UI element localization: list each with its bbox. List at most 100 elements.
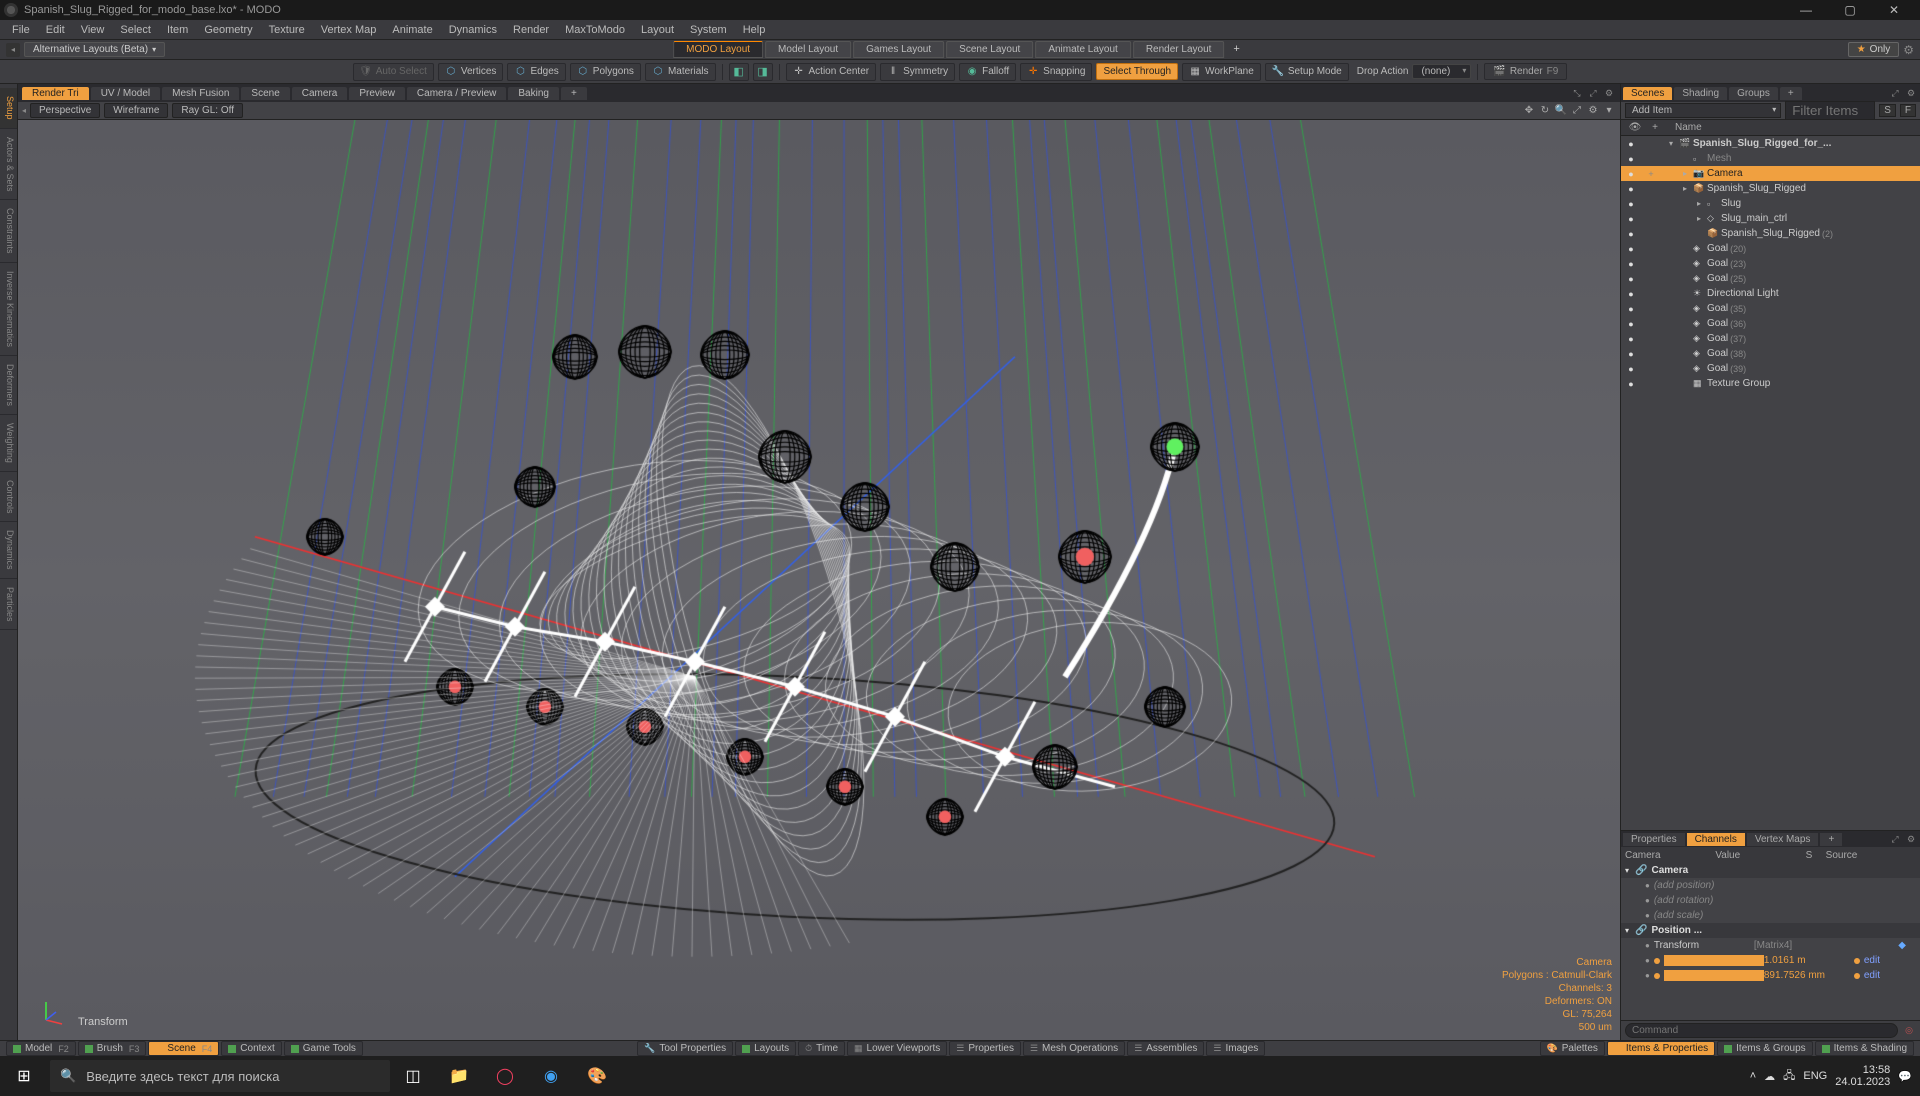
viewport-tab-baking[interactable]: Baking (508, 87, 559, 100)
visibility-toggle[interactable]: ● (1621, 304, 1641, 314)
menu-file[interactable]: File (4, 22, 38, 38)
shading-dropdown[interactable]: Wireframe (104, 103, 168, 118)
bb-mesh-operations[interactable]: ☰Mesh Operations (1023, 1041, 1125, 1056)
menu-layout[interactable]: Layout (633, 22, 682, 38)
bb-images[interactable]: ☰Images (1206, 1041, 1265, 1056)
anim-icon[interactable]: ◆ (1898, 940, 1906, 951)
expand-icon[interactable]: ⤢ (1888, 86, 1902, 100)
drop-action-select[interactable]: (none) (1412, 64, 1471, 79)
tab-groups[interactable]: Groups (1729, 87, 1778, 100)
menu-icon[interactable]: ▾ (1602, 104, 1616, 118)
symmetry-button[interactable]: ‖Symmetry (880, 63, 955, 81)
bb-game-tools[interactable]: Game Tools (284, 1041, 363, 1056)
position-group[interactable]: ▾🔗Position ... (1621, 923, 1920, 938)
menu-system[interactable]: System (682, 22, 735, 38)
bb-lower-viewports[interactable]: ▦Lower Viewports (847, 1041, 947, 1056)
orbit-icon[interactable]: ✥ (1522, 104, 1536, 118)
layout-tab-model-layout[interactable]: Model Layout (765, 41, 851, 58)
transform-row[interactable]: ●Transform[Matrix4]◆ (1621, 938, 1920, 953)
position-y-row[interactable]: ●Position Y891.7526 mmedit (1621, 968, 1920, 983)
tree-item-9[interactable]: ●◈Goal(25) (1621, 271, 1920, 286)
visibility-toggle[interactable]: ● (1621, 214, 1641, 224)
visibility-toggle[interactable]: ● (1621, 184, 1641, 194)
3d-viewport[interactable]: Camera Polygons : Catmull-Clark Channels… (18, 120, 1620, 1040)
bb-items-groups[interactable]: Items & Groups (1717, 1041, 1812, 1056)
bb-items-shading[interactable]: Items & Shading (1815, 1041, 1914, 1056)
side-tab-constraints[interactable]: Constraints (0, 200, 17, 263)
menu-texture[interactable]: Texture (261, 22, 313, 38)
explorer-icon[interactable]: 📁 (436, 1056, 482, 1096)
language-indicator[interactable]: ENG (1803, 1070, 1827, 1082)
tree-item-10[interactable]: ●☀Directional Light (1621, 286, 1920, 301)
snapping-button[interactable]: ✛Snapping (1020, 63, 1092, 81)
tray-chevron-icon[interactable]: ˄ (1750, 1070, 1756, 1082)
menu-dynamics[interactable]: Dynamics (441, 22, 505, 38)
falloff-button[interactable]: ◉Falloff (959, 63, 1016, 81)
select-through-button[interactable]: Select Through (1096, 63, 1178, 80)
tree-item-2[interactable]: ●+▸📷Camera (1621, 166, 1920, 181)
tree-item-0[interactable]: ●▾🎬Spanish_Slug_Rigged_for_... (1621, 136, 1920, 151)
visibility-toggle[interactable]: ● (1621, 379, 1641, 389)
side-tab-actors-sets[interactable]: Actors & Sets (0, 129, 17, 201)
visibility-toggle[interactable]: ● (1621, 349, 1641, 359)
expander-icon[interactable]: ▸ (1697, 214, 1707, 223)
menu-animate[interactable]: Animate (384, 22, 440, 38)
bb-items-properties[interactable]: Items & Properties (1607, 1041, 1715, 1056)
tree-item-16[interactable]: ●▦Texture Group (1621, 376, 1920, 391)
visibility-toggle[interactable]: ● (1621, 259, 1641, 269)
only-toggle[interactable]: ★Only (1848, 42, 1900, 57)
zoom-icon[interactable]: 🔍 (1554, 104, 1568, 118)
gear-icon[interactable]: ⚙ (1904, 86, 1918, 100)
viewport-tab-mesh-fusion[interactable]: Mesh Fusion (162, 87, 239, 100)
viewport-canvas[interactable] (18, 120, 1620, 1040)
notifications-icon[interactable]: 💬 (1898, 1070, 1912, 1083)
filter-items-input[interactable] (1785, 101, 1875, 120)
visibility-toggle[interactable]: ● (1621, 229, 1641, 239)
add-item-dropdown[interactable]: Add Item (1625, 103, 1781, 118)
name-column[interactable]: Name (1675, 122, 1916, 133)
visibility-toggle[interactable]: ● (1621, 139, 1641, 149)
menu-select[interactable]: Select (112, 22, 159, 38)
menu-help[interactable]: Help (735, 22, 774, 38)
sel-mode-b[interactable]: ◨ (753, 63, 773, 81)
maximize-button[interactable]: ▢ (1828, 0, 1872, 20)
menu-view[interactable]: View (73, 22, 113, 38)
menu-edit[interactable]: Edit (38, 22, 73, 38)
visibility-toggle[interactable]: ● (1621, 334, 1641, 344)
bb-brush[interactable]: BrushF3 (78, 1041, 147, 1056)
layout-tab-scene-layout[interactable]: Scene Layout (946, 41, 1033, 58)
tab-add[interactable]: + (1820, 833, 1842, 846)
bb-model[interactable]: ModelF2 (6, 1041, 76, 1056)
menu-maxtomodo[interactable]: MaxToModo (557, 22, 633, 38)
visibility-toggle[interactable]: ● (1621, 199, 1641, 209)
side-tab-inverse-kinematics[interactable]: Inverse Kinematics (0, 263, 17, 356)
tab-vertex-maps[interactable]: Vertex Maps (1747, 833, 1819, 846)
layout-tab-render-layout[interactable]: Render Layout (1133, 41, 1225, 58)
app3-icon[interactable]: 🎨 (574, 1056, 620, 1096)
visibility-toggle[interactable]: ● (1621, 244, 1641, 254)
add-vp-tab[interactable]: + (561, 87, 587, 100)
vp-tab-icon-2[interactable]: ⚙ (1602, 86, 1616, 100)
vp-dropdown-icon[interactable]: ◂ (22, 106, 26, 115)
visibility-toggle[interactable]: ● (1621, 289, 1641, 299)
side-tab-controls[interactable]: Controls (0, 472, 17, 523)
menu-render[interactable]: Render (505, 22, 557, 38)
tree-item-7[interactable]: ●◈Goal(20) (1621, 241, 1920, 256)
tree-item-13[interactable]: ●◈Goal(37) (1621, 331, 1920, 346)
add-toggle[interactable]: + (1641, 169, 1661, 179)
edges-button[interactable]: ⬡Edges (507, 63, 565, 81)
clock[interactable]: 13:5824.01.2023 (1835, 1064, 1890, 1088)
side-tab-weighting[interactable]: Weighting (0, 415, 17, 472)
viewport-tab-scene[interactable]: Scene (241, 87, 289, 100)
camera-group[interactable]: ▾🔗Camera (1621, 863, 1920, 878)
scene-tree[interactable]: ●▾🎬Spanish_Slug_Rigged_for_...●▫Mesh●+▸📷… (1621, 136, 1920, 830)
close-button[interactable]: ✕ (1872, 0, 1916, 20)
fit-icon[interactable]: ⤢ (1570, 104, 1584, 118)
polygons-button[interactable]: ⬡Polygons (570, 63, 641, 81)
add-position-row[interactable]: ●(add position) (1621, 878, 1920, 893)
app1-icon[interactable]: ◯ (482, 1056, 528, 1096)
bb-palettes[interactable]: 🎨Palettes (1540, 1041, 1605, 1056)
expander-icon[interactable]: ▸ (1683, 184, 1693, 193)
filter-f-toggle[interactable]: F (1900, 104, 1916, 117)
expander-icon[interactable]: ▾ (1669, 139, 1679, 148)
